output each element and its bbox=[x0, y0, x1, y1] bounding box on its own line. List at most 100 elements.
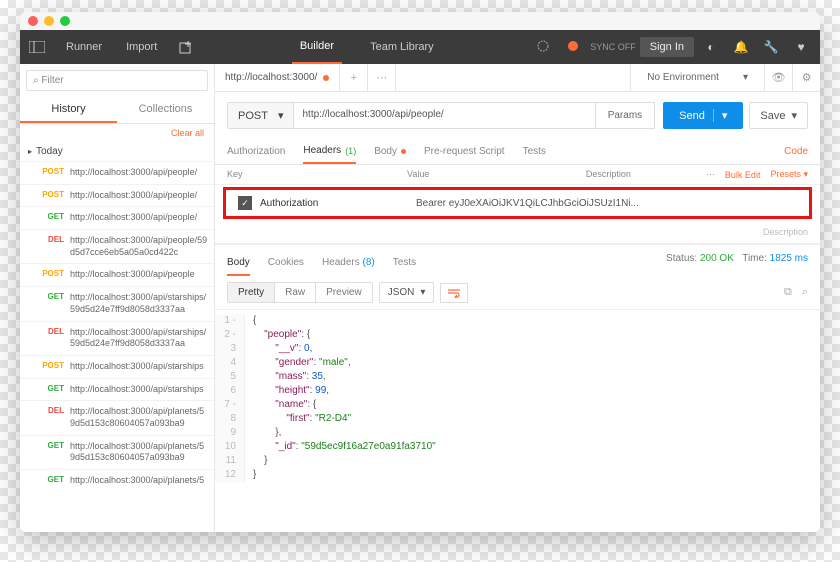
hdr-col-value: Value bbox=[407, 169, 586, 180]
line-number: 1 - bbox=[215, 314, 245, 328]
header-checkbox[interactable]: ✓ bbox=[238, 196, 252, 210]
header-key[interactable]: Authorization bbox=[260, 198, 416, 209]
method-select[interactable]: POST ▾ bbox=[227, 102, 294, 129]
line-number: 9 bbox=[215, 426, 245, 440]
view-raw[interactable]: Raw bbox=[275, 283, 316, 302]
search-response-icon[interactable]: ⌕ bbox=[802, 286, 808, 299]
tab-builder[interactable]: Builder bbox=[292, 30, 342, 64]
close-window-icon[interactable] bbox=[28, 16, 38, 26]
unsaved-dot-icon bbox=[323, 75, 329, 81]
history-item[interactable]: GEThttp://localhost:3000/api/people/ bbox=[20, 206, 214, 229]
hdr-col-desc: Description bbox=[586, 169, 706, 180]
code-line: }, bbox=[245, 426, 281, 440]
history-item[interactable]: DELhttp://localhost:3000/api/starships/5… bbox=[20, 321, 214, 355]
environment-select[interactable]: No Environment ▾ bbox=[630, 64, 764, 91]
method-badge: POST bbox=[38, 361, 64, 370]
method-badge: GET bbox=[38, 292, 64, 301]
history-url: http://localhost:3000/api/people/59d5d7c… bbox=[70, 235, 208, 258]
filter-input[interactable]: ⌕ Filter bbox=[26, 70, 208, 91]
req-tab-headers[interactable]: Headers (1) bbox=[303, 139, 356, 164]
minimize-window-icon[interactable] bbox=[44, 16, 54, 26]
wrench-icon[interactable]: 🔧 bbox=[758, 40, 784, 54]
header-row-authorization[interactable]: ✓ Authorization Bearer eyJ0eXAiOiJKV1QiL… bbox=[223, 187, 812, 219]
presets-link[interactable]: Presets ▾ bbox=[770, 169, 808, 180]
header-value[interactable]: Bearer eyJ0eXAiOiJKV1QiLCJhbGciOiJSUzI1N… bbox=[416, 198, 805, 209]
history-item[interactable]: POST http://localhost:3000/api/people/ bbox=[20, 161, 214, 184]
filter-placeholder: Filter bbox=[41, 75, 63, 86]
history-list: Today POSThttp://localhost:3000/api/peop… bbox=[20, 142, 214, 532]
view-preview[interactable]: Preview bbox=[316, 283, 372, 302]
history-item[interactable]: POSThttp://localhost:3000/api/starships bbox=[20, 355, 214, 378]
res-tab-cookies[interactable]: Cookies bbox=[268, 253, 304, 276]
history-item[interactable]: POSThttp://localhost:3000/api/people/ bbox=[20, 184, 214, 207]
import-button[interactable]: Import bbox=[114, 30, 169, 64]
runner-button[interactable]: Runner bbox=[54, 30, 114, 64]
sync-status-icon[interactable] bbox=[530, 39, 556, 56]
method-badge: POST bbox=[38, 167, 64, 176]
quick-look-icon[interactable]: 👁 bbox=[764, 64, 792, 91]
header-desc-placeholder: Description bbox=[763, 227, 808, 237]
hdr-col-key: Key bbox=[227, 169, 407, 180]
code-link[interactable]: Code bbox=[784, 139, 808, 164]
globe-icon[interactable]: ◐ bbox=[698, 40, 724, 54]
res-tab-tests[interactable]: Tests bbox=[393, 253, 416, 276]
format-select[interactable]: JSON▾ bbox=[379, 282, 435, 303]
chevron-down-icon: ▾ bbox=[791, 109, 797, 122]
tab-team-library[interactable]: Team Library bbox=[362, 30, 442, 64]
clear-all-link[interactable]: Clear all bbox=[20, 124, 214, 142]
save-button[interactable]: Save ▾ bbox=[749, 102, 808, 129]
code-line: "__v": 0, bbox=[245, 342, 312, 356]
wrap-toggle[interactable] bbox=[440, 283, 468, 303]
send-button[interactable]: Send ▾ bbox=[663, 102, 743, 129]
new-tab-button[interactable]: + bbox=[340, 64, 368, 91]
sidebar-tab-history[interactable]: History bbox=[20, 97, 117, 123]
bulk-edit-link[interactable]: Bulk Edit bbox=[725, 170, 761, 180]
line-number: 3 bbox=[215, 342, 245, 356]
req-tab-authorization[interactable]: Authorization bbox=[227, 139, 285, 164]
res-tab-headers[interactable]: Headers (8) bbox=[322, 253, 375, 276]
method-badge: GET bbox=[38, 212, 64, 221]
copy-icon[interactable]: ⧉ bbox=[784, 286, 792, 299]
history-url: http://localhost:3000/api/planets/5 bbox=[70, 475, 204, 487]
req-tab-body[interactable]: Body bbox=[374, 139, 406, 164]
tab-menu-button[interactable]: ⋯ bbox=[368, 64, 396, 91]
res-tab-body[interactable]: Body bbox=[227, 253, 250, 276]
history-item[interactable]: DELhttp://localhost:3000/api/people/59d5… bbox=[20, 229, 214, 263]
heart-icon[interactable]: ♥ bbox=[788, 40, 814, 54]
sidebar-toggle-icon[interactable] bbox=[20, 30, 54, 64]
history-item[interactable]: POSThttp://localhost:3000/api/people bbox=[20, 263, 214, 286]
history-item[interactable]: GEThttp://localhost:3000/api/planets/59d… bbox=[20, 435, 214, 469]
req-tab-prereq[interactable]: Pre-request Script bbox=[424, 139, 505, 164]
request-tab[interactable]: http://localhost:3000/ bbox=[215, 64, 340, 91]
history-url: http://localhost:3000/api/starships/59d5… bbox=[70, 327, 208, 350]
view-pretty[interactable]: Pretty bbox=[228, 283, 275, 302]
line-number: 10 bbox=[215, 440, 245, 454]
more-icon[interactable]: ⋯ bbox=[706, 169, 715, 180]
line-number: 8 bbox=[215, 412, 245, 426]
header-row-empty[interactable]: Description bbox=[215, 221, 820, 244]
code-line: "mass": 35, bbox=[245, 370, 326, 384]
history-item[interactable]: DELhttp://localhost:3000/api/planets/59d… bbox=[20, 400, 214, 434]
history-item[interactable]: GEThttp://localhost:3000/api/planets/5 bbox=[20, 469, 214, 492]
response-status: Status: 200 OK Time: 1825 ms bbox=[666, 253, 808, 276]
sidebar: ⌕ Filter History Collections Clear all T… bbox=[20, 64, 215, 532]
params-button[interactable]: Params bbox=[596, 102, 655, 129]
sidebar-tab-collections[interactable]: Collections bbox=[117, 97, 214, 123]
url-input[interactable]: http://localhost:3000/api/people/ bbox=[294, 102, 595, 129]
history-group[interactable]: Today bbox=[20, 142, 214, 161]
view-mode-pill: Pretty Raw Preview bbox=[227, 282, 373, 303]
line-number: 2 - bbox=[215, 328, 245, 342]
maximize-window-icon[interactable] bbox=[60, 16, 70, 26]
history-item[interactable]: GEThttp://localhost:3000/api/starships bbox=[20, 378, 214, 401]
response-body[interactable]: 1 -{2 - "people": {3 "__v": 0,4 "gender"… bbox=[215, 310, 820, 532]
history-url: http://localhost:3000/api/people/ bbox=[70, 167, 197, 179]
env-settings-icon[interactable]: ⚙ bbox=[792, 64, 820, 91]
sync-label: SYNC OFF bbox=[590, 42, 636, 52]
req-tab-tests[interactable]: Tests bbox=[523, 139, 546, 164]
history-item[interactable]: GEThttp://localhost:3000/api/starships/5… bbox=[20, 286, 214, 320]
send-dropdown-icon[interactable]: ▾ bbox=[713, 109, 728, 122]
new-window-icon[interactable] bbox=[169, 30, 203, 64]
method-badge: POST bbox=[38, 269, 64, 278]
sign-in-button[interactable]: Sign In bbox=[640, 37, 694, 57]
bell-icon[interactable]: 🔔 bbox=[728, 40, 754, 54]
